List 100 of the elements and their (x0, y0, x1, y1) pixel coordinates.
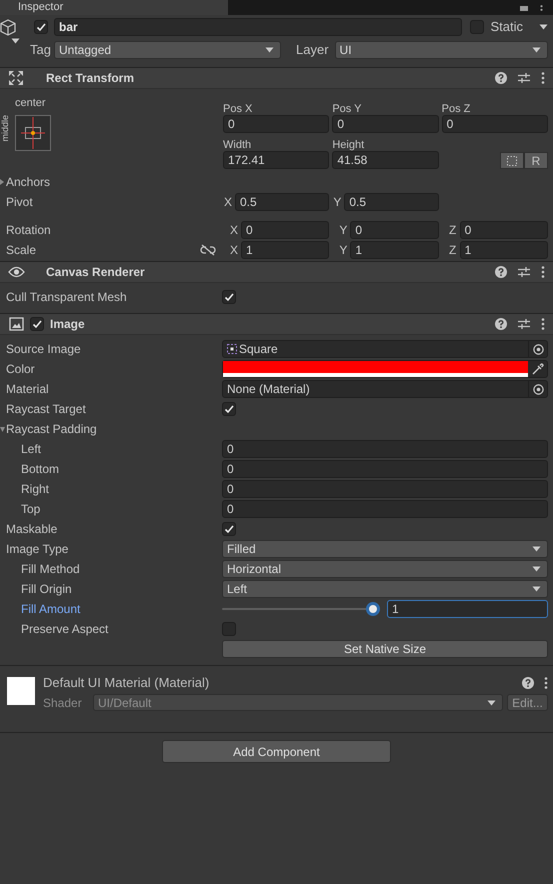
tag-dropdown[interactable]: Untagged (54, 40, 281, 58)
property-label: Left (21, 442, 42, 456)
inspector-tab[interactable]: Inspector (0, 0, 228, 15)
axis-label: X (223, 195, 233, 209)
help-icon (495, 72, 507, 84)
caret-icon (11, 38, 20, 44)
component-header[interactable]: Canvas Renderer (0, 261, 553, 283)
slider-thumb[interactable] (366, 602, 380, 616)
text-field[interactable]: 0 (223, 115, 330, 133)
text-field[interactable]: 0 (222, 480, 548, 498)
presets-icon (518, 318, 530, 330)
material-title: Default UI Material (Material) (43, 675, 210, 690)
property-label: Top (21, 502, 40, 516)
property-label: Raycast Target (6, 402, 86, 416)
checkbox[interactable] (30, 317, 44, 331)
component-header[interactable]: Rect Transform (0, 67, 553, 89)
property-label: Cull Transparent Mesh (6, 290, 127, 304)
eye-icon (8, 266, 24, 278)
property-label: Right (21, 482, 50, 496)
picker-icon[interactable] (532, 344, 544, 354)
dropdown[interactable]: Filled (222, 540, 548, 558)
dashed-square-icon (507, 156, 517, 166)
text-field[interactable]: 0.5 (344, 193, 439, 211)
text-field[interactable]: 0.5 (235, 193, 330, 211)
property-label: Rotation (6, 223, 51, 237)
blueprint-button[interactable] (500, 152, 524, 169)
tag-label: Tag (29, 42, 52, 57)
sprite-icon (227, 344, 237, 354)
foldout-label[interactable]: Raycast Padding (6, 422, 97, 436)
object-field[interactable]: None (Material) (222, 380, 548, 398)
axis-label: X (229, 243, 239, 257)
text-field[interactable]: 0 (222, 500, 548, 518)
checkbox[interactable] (222, 290, 236, 304)
add-component-button[interactable]: Add Component (162, 740, 391, 763)
object-field[interactable]: Square (222, 340, 548, 358)
text-field[interactable]: 172.41 (223, 151, 330, 169)
field-label: Pos Y (332, 103, 362, 115)
checkbox[interactable] (470, 20, 484, 34)
caret-icon (532, 46, 541, 52)
presets-icon (518, 266, 530, 278)
property-label: Fill Amount (21, 602, 80, 616)
text-field[interactable]: 0 (241, 221, 330, 239)
caret-icon (487, 700, 496, 706)
property-label: Image Type (6, 542, 68, 556)
layer-dropdown[interactable]: UI (334, 40, 548, 58)
text-field[interactable]: 41.58 (332, 151, 439, 169)
color-field[interactable] (222, 360, 548, 378)
property-label: Source Image (6, 342, 81, 356)
text-field[interactable]: 0 (350, 221, 439, 239)
field-label: Pos Z (442, 103, 472, 115)
help-icon (495, 266, 507, 278)
dropdown[interactable]: Horizontal (222, 560, 548, 578)
property-label: Preserve Aspect (21, 622, 108, 636)
anchor-preset-button[interactable] (15, 115, 51, 151)
picker-icon[interactable] (532, 384, 544, 394)
property-label: Color (6, 362, 35, 376)
eyedropper-icon[interactable] (532, 363, 544, 375)
cube-icon[interactable] (0, 19, 16, 36)
text-field[interactable]: 0 (222, 440, 548, 458)
checkbox[interactable] (222, 522, 236, 536)
menu-icon (540, 4, 543, 10)
axis-label: Y (332, 195, 342, 209)
anchors-foldout[interactable]: Anchors (6, 175, 50, 189)
component-title: Canvas Renderer (46, 265, 145, 279)
caret-icon (532, 566, 541, 572)
text-field[interactable]: 1 (241, 241, 330, 259)
foldout-icon[interactable] (0, 179, 4, 185)
checkbox[interactable] (34, 20, 48, 34)
foldout-icon[interactable] (0, 426, 5, 432)
set-native-size-button[interactable]: Set Native Size (222, 640, 548, 658)
unlink-icon (200, 244, 216, 256)
raw-edit-button[interactable]: R (524, 152, 548, 169)
text-field[interactable]: 0 (332, 115, 439, 133)
checkbox[interactable] (222, 402, 236, 416)
text-field[interactable]: 0 (222, 460, 548, 478)
property-label: Fill Origin (21, 582, 72, 596)
property-label: Maskable (6, 522, 58, 536)
text-field[interactable]: 0 (442, 115, 548, 133)
text-field[interactable]: 0 (460, 221, 548, 239)
field-label: Pos X (223, 103, 254, 115)
dropdown[interactable]: Left (222, 580, 548, 598)
component-header[interactable]: Image (0, 313, 553, 335)
checkbox[interactable] (222, 622, 236, 636)
property-label: Material (6, 382, 49, 396)
text-field[interactable]: 1 (387, 600, 548, 618)
axis-label: Z (448, 223, 458, 237)
property-label: Bottom (21, 462, 60, 476)
menu-icon (541, 266, 545, 278)
text-field[interactable]: 1 (350, 241, 439, 259)
property-label: Scale (6, 243, 36, 257)
caret-icon (532, 586, 541, 592)
help-icon (522, 676, 534, 688)
field-label: Width (223, 139, 252, 151)
component-title: Image (50, 317, 85, 331)
layer-label: Layer (295, 42, 330, 57)
text-field[interactable]: 1 (460, 241, 548, 259)
name-field[interactable]: bar (54, 18, 462, 36)
expand-arrows-icon (9, 71, 23, 85)
shader-label: Shader (43, 696, 83, 710)
anchor-preset-label: center (14, 97, 47, 109)
